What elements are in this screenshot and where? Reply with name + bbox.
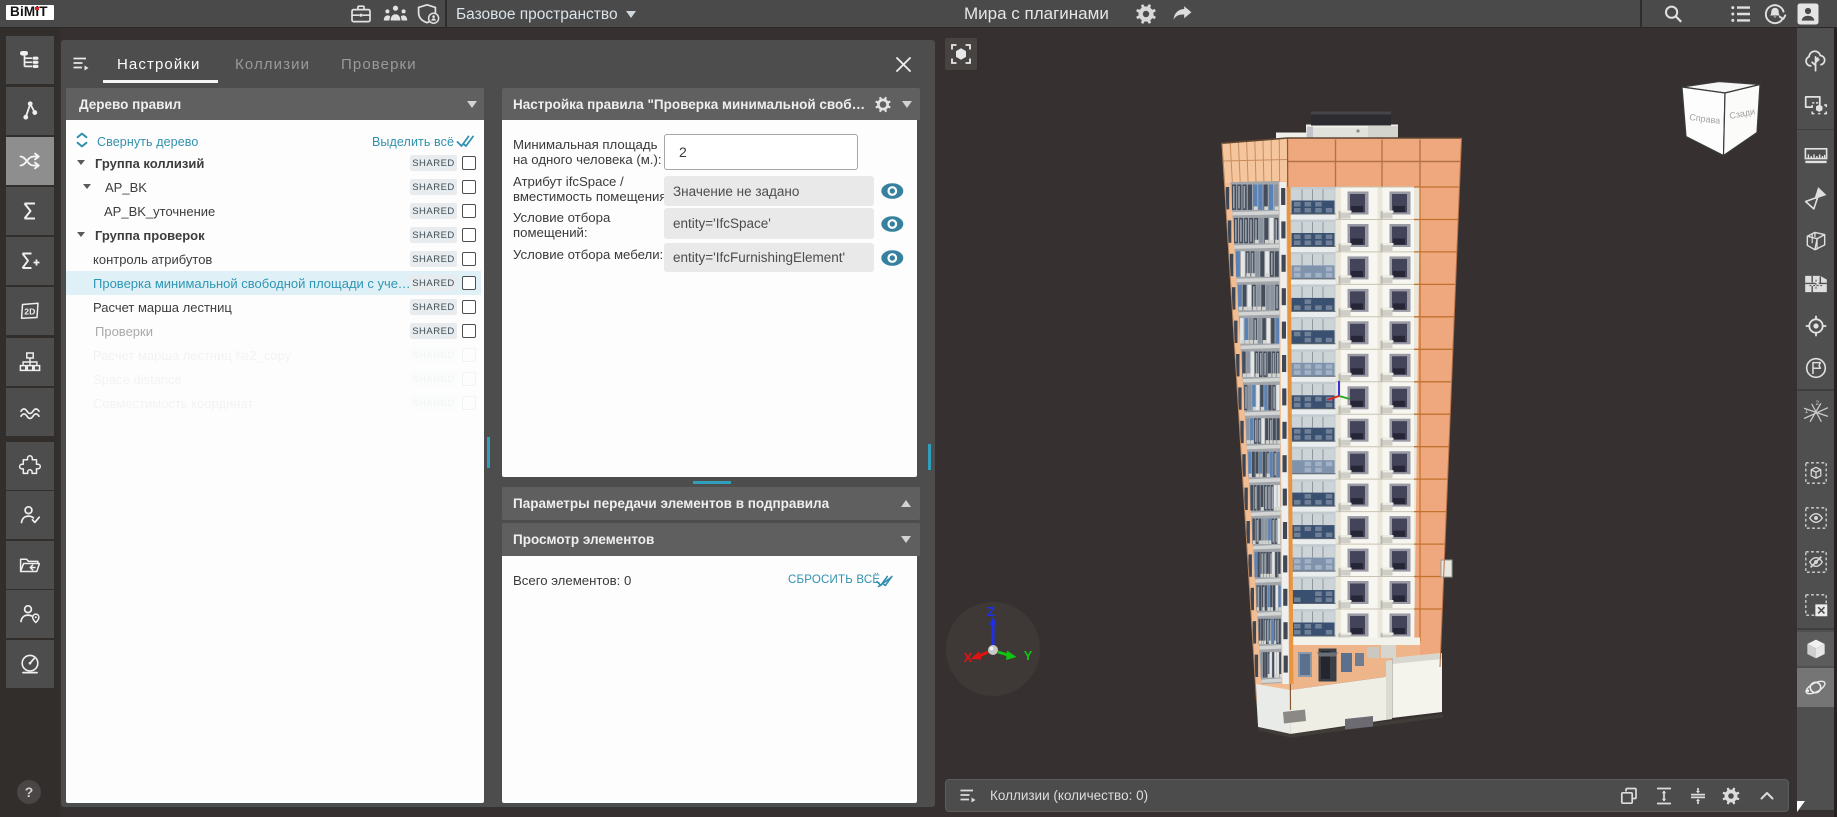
svg-text:2D: 2D [24, 307, 35, 317]
svg-text:X: X [964, 650, 973, 665]
svg-text:2: 2 [1815, 399, 1819, 406]
svg-text:Z: Z [987, 604, 995, 619]
svg-text:1: 1 [1804, 408, 1808, 415]
svg-text:Y: Y [1024, 648, 1033, 663]
